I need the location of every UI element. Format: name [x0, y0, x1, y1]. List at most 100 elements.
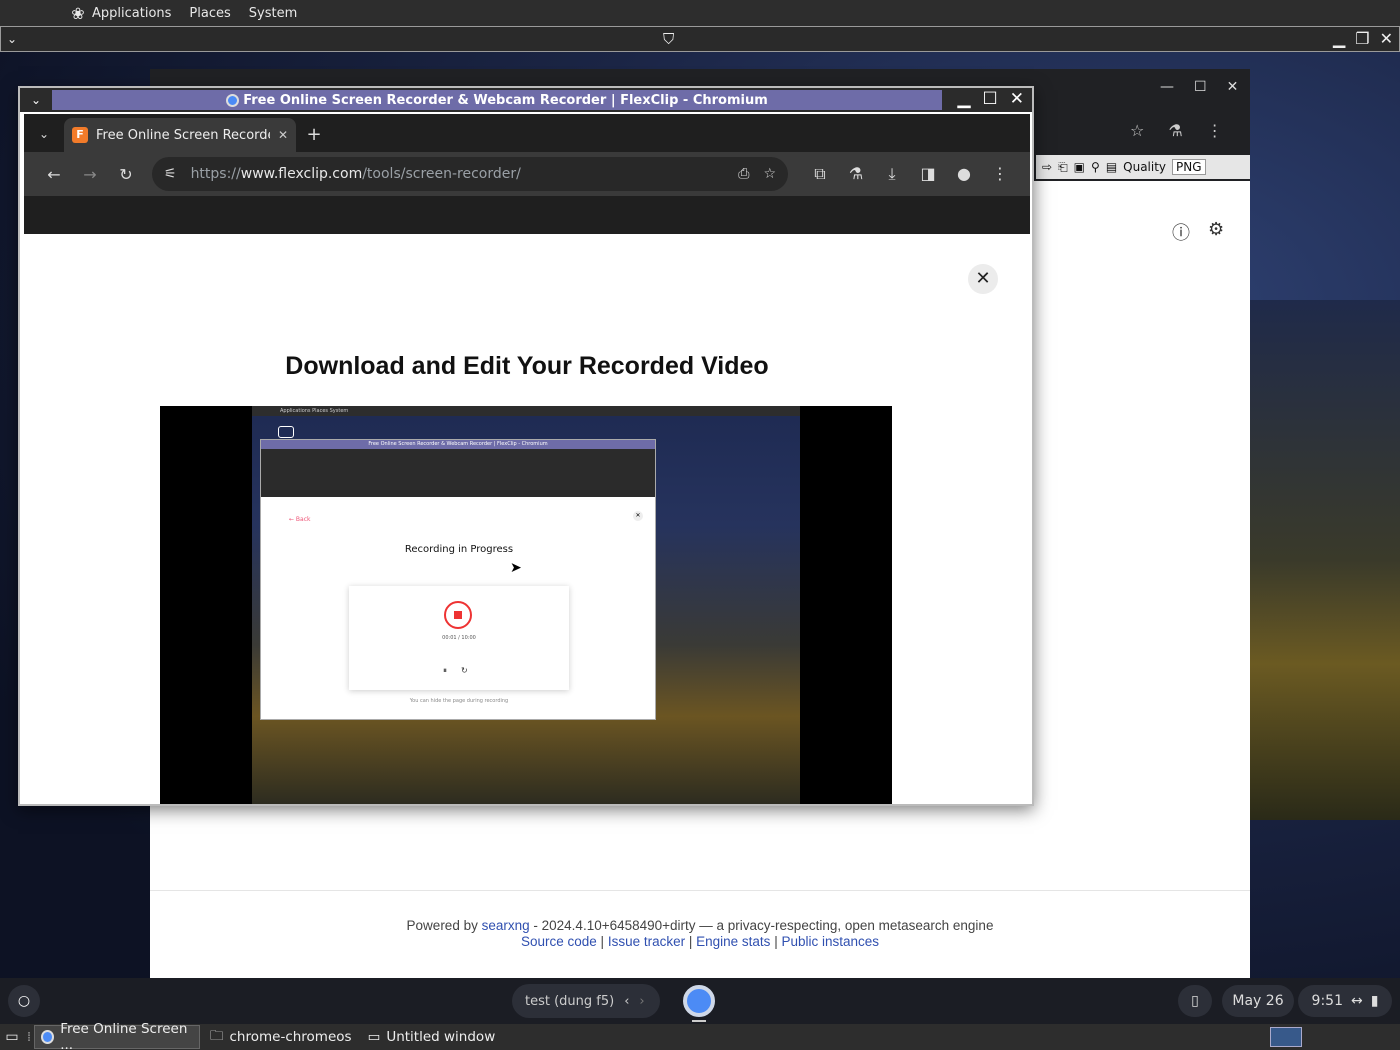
video-recording-label: Recording in Progress	[404, 544, 514, 555]
arrow-right-icon[interactable]: ⇨	[1042, 160, 1052, 174]
labs-flask-icon[interactable]: ⚗	[1168, 121, 1182, 140]
profile-avatar-icon[interactable]: ●	[946, 164, 982, 184]
taskbar-item-label: Free Online Screen ...	[60, 1021, 188, 1050]
maximize-icon[interactable]: ☐	[983, 89, 998, 109]
recorded-video-preview[interactable]: Applications Places System Free Online S…	[160, 406, 892, 804]
desk-switcher[interactable]: test (dung f5) ‹ ›	[512, 984, 660, 1018]
taskbar-item-chrome-chromeos[interactable]: 🗀 chrome-chromeos	[204, 1025, 358, 1049]
video-timer: 00:01 / 10:00	[442, 635, 476, 641]
info-icon[interactable]: ⓘ	[1172, 219, 1190, 245]
download-icon[interactable]: ⤓	[874, 164, 910, 184]
video-mouse-cursor-icon: ➤	[510, 560, 522, 576]
minimize-icon[interactable]: —	[1160, 79, 1174, 95]
site-settings-icon[interactable]: ⚟	[164, 166, 177, 182]
close-icon[interactable]: ✕	[1380, 29, 1393, 48]
shield-icon: ⛉	[663, 30, 675, 48]
launcher-button[interactable]: ○	[8, 985, 40, 1017]
minimize-icon[interactable]: ▁	[1333, 29, 1345, 48]
video-top-panel: Applications Places System	[252, 406, 800, 416]
shelf: ○ test (dung f5) ‹ › ▯ May 26 9:51 ↔ ▮	[0, 978, 1400, 1024]
flexclip-favicon-icon: F	[72, 127, 88, 143]
date-tray[interactable]: May 26	[1222, 985, 1294, 1017]
separator: |	[600, 934, 605, 949]
page-viewport: ✕ Download and Edit Your Recorded Video …	[24, 234, 1030, 804]
bookmark-icon[interactable]: ⎗	[1058, 160, 1068, 175]
separator: |	[774, 934, 778, 949]
star-icon[interactable]: ☆	[1130, 121, 1144, 140]
menu-applications[interactable]: Applications	[92, 6, 171, 21]
minimize-icon[interactable]: ▁	[957, 89, 970, 109]
tab-label: Free Online Screen Recorder	[96, 127, 270, 143]
taskbar-handle: ⁞	[26, 1029, 32, 1045]
status-tray[interactable]: 9:51 ↔ ▮	[1298, 985, 1392, 1017]
show-desktop-icon[interactable]: ▭	[0, 1029, 24, 1045]
chromium-icon	[41, 1030, 55, 1044]
close-icon[interactable]: ✕	[1227, 79, 1239, 95]
format-select[interactable]: PNG	[1172, 159, 1206, 175]
phone-hub-icon[interactable]: ▯	[1178, 985, 1212, 1017]
video-desktop-icon	[278, 426, 294, 438]
top-panel: ❀ Applications Places System	[0, 0, 1400, 26]
gnome-foot-icon[interactable]: ❀	[68, 4, 88, 23]
public-instances-link[interactable]: Public instances	[781, 934, 879, 949]
tab-close-icon[interactable]: ✕	[278, 128, 288, 142]
kebab-menu-icon[interactable]: ⋮	[1207, 121, 1223, 140]
engine-stats-link[interactable]: Engine stats	[696, 934, 770, 949]
taskbar-item-label: chrome-chromeos	[229, 1029, 352, 1045]
reload-icon[interactable]: ↻	[108, 165, 144, 184]
shelf-chromium-icon[interactable]	[683, 985, 715, 1017]
navigation-toolbar: ← → ↻ ⚟ https://www.flexclip.com/tools/s…	[24, 152, 1030, 196]
clock-time: 9:51	[1311, 993, 1343, 1009]
labs-flask-icon[interactable]: ⚗	[838, 164, 874, 184]
bottom-taskbar: ▭ ⁞ Free Online Screen ... 🗀 chrome-chro…	[0, 1021, 1400, 1050]
clipboard-icon[interactable]: ▤	[1106, 160, 1117, 174]
quality-label: Quality	[1123, 160, 1167, 174]
network-arrows-icon: ↔	[1351, 993, 1363, 1009]
tab-flexclip[interactable]: F Free Online Screen Recorder ✕	[64, 118, 296, 152]
screenshot-toolbar: ⇨ ⎗ ▣ ⚲ ▤ Quality PNG	[1036, 155, 1250, 179]
chevron-right-icon[interactable]: ›	[639, 994, 644, 1009]
window-title-text: Free Online Screen Recorder & Webcam Rec…	[243, 92, 768, 108]
chromium-window[interactable]: ⌄ Free Online Screen Recorder & Webcam R…	[18, 86, 1034, 806]
bookmark-star-icon[interactable]: ☆	[763, 166, 776, 182]
url-text[interactable]: https://www.flexclip.com/tools/screen-re…	[191, 166, 521, 182]
video-back-link: ← Back	[289, 516, 311, 523]
chevron-left-icon[interactable]: ‹	[624, 994, 629, 1009]
menu-system[interactable]: System	[249, 6, 297, 21]
searxng-link[interactable]: searxng	[482, 918, 530, 933]
page-title: Download and Edit Your Recorded Video	[285, 352, 769, 380]
video-restart-icon: ↻	[461, 666, 468, 675]
kebab-menu-icon[interactable]: ⋮	[982, 164, 1018, 184]
maximize-icon[interactable]: ❐	[1355, 29, 1369, 48]
modal-close-button[interactable]: ✕	[968, 264, 998, 294]
extensions-puzzle-icon[interactable]: ⧉	[802, 164, 838, 184]
side-panel-icon[interactable]: ◨	[910, 164, 946, 184]
workspace-pager[interactable]	[1270, 1027, 1302, 1047]
window-titlebar[interactable]: ⌄ Free Online Screen Recorder & Webcam R…	[20, 88, 1032, 112]
taskbar-item-chromium[interactable]: Free Online Screen ...	[34, 1021, 200, 1050]
chevron-down-icon[interactable]: ⌄	[7, 32, 17, 46]
video-close-icon: ✕	[633, 511, 643, 521]
version-text: - 2024.4.10+6458490+dirty — a privacy-re…	[533, 918, 994, 933]
close-icon[interactable]: ✕	[1010, 89, 1024, 109]
save-icon[interactable]: ▣	[1074, 160, 1085, 174]
address-bar[interactable]: ⚟ https://www.flexclip.com/tools/screen-…	[152, 157, 788, 191]
install-app-icon[interactable]: ⎙	[738, 166, 749, 182]
binoculars-icon[interactable]: ⚲	[1091, 160, 1100, 174]
video-pause-icon: ⏸	[443, 666, 447, 675]
issue-tracker-link[interactable]: Issue tracker	[608, 934, 685, 949]
source-code-link[interactable]: Source code	[521, 934, 597, 949]
tab-search-chevron-icon[interactable]: ⌄	[24, 116, 64, 152]
desk-name[interactable]: test (dung f5)	[525, 994, 614, 1009]
back-arrow-icon[interactable]: ←	[36, 165, 72, 184]
outer-window-bar: ⌄ ⛉ ▁ ❐ ✕	[0, 26, 1400, 52]
video-hint: You can hide the page during recording	[409, 698, 509, 704]
taskbar-item-untitled[interactable]: ▭ Untitled window	[362, 1025, 502, 1049]
menu-places[interactable]: Places	[189, 6, 230, 21]
maximize-icon[interactable]: ☐	[1194, 79, 1207, 95]
chevron-down-icon[interactable]: ⌄	[20, 93, 52, 107]
new-tab-button[interactable]: +	[296, 118, 332, 152]
video-stop-icon	[444, 601, 472, 629]
gear-icon[interactable]: ⚙	[1208, 219, 1224, 245]
forward-arrow-icon[interactable]: →	[72, 165, 108, 184]
